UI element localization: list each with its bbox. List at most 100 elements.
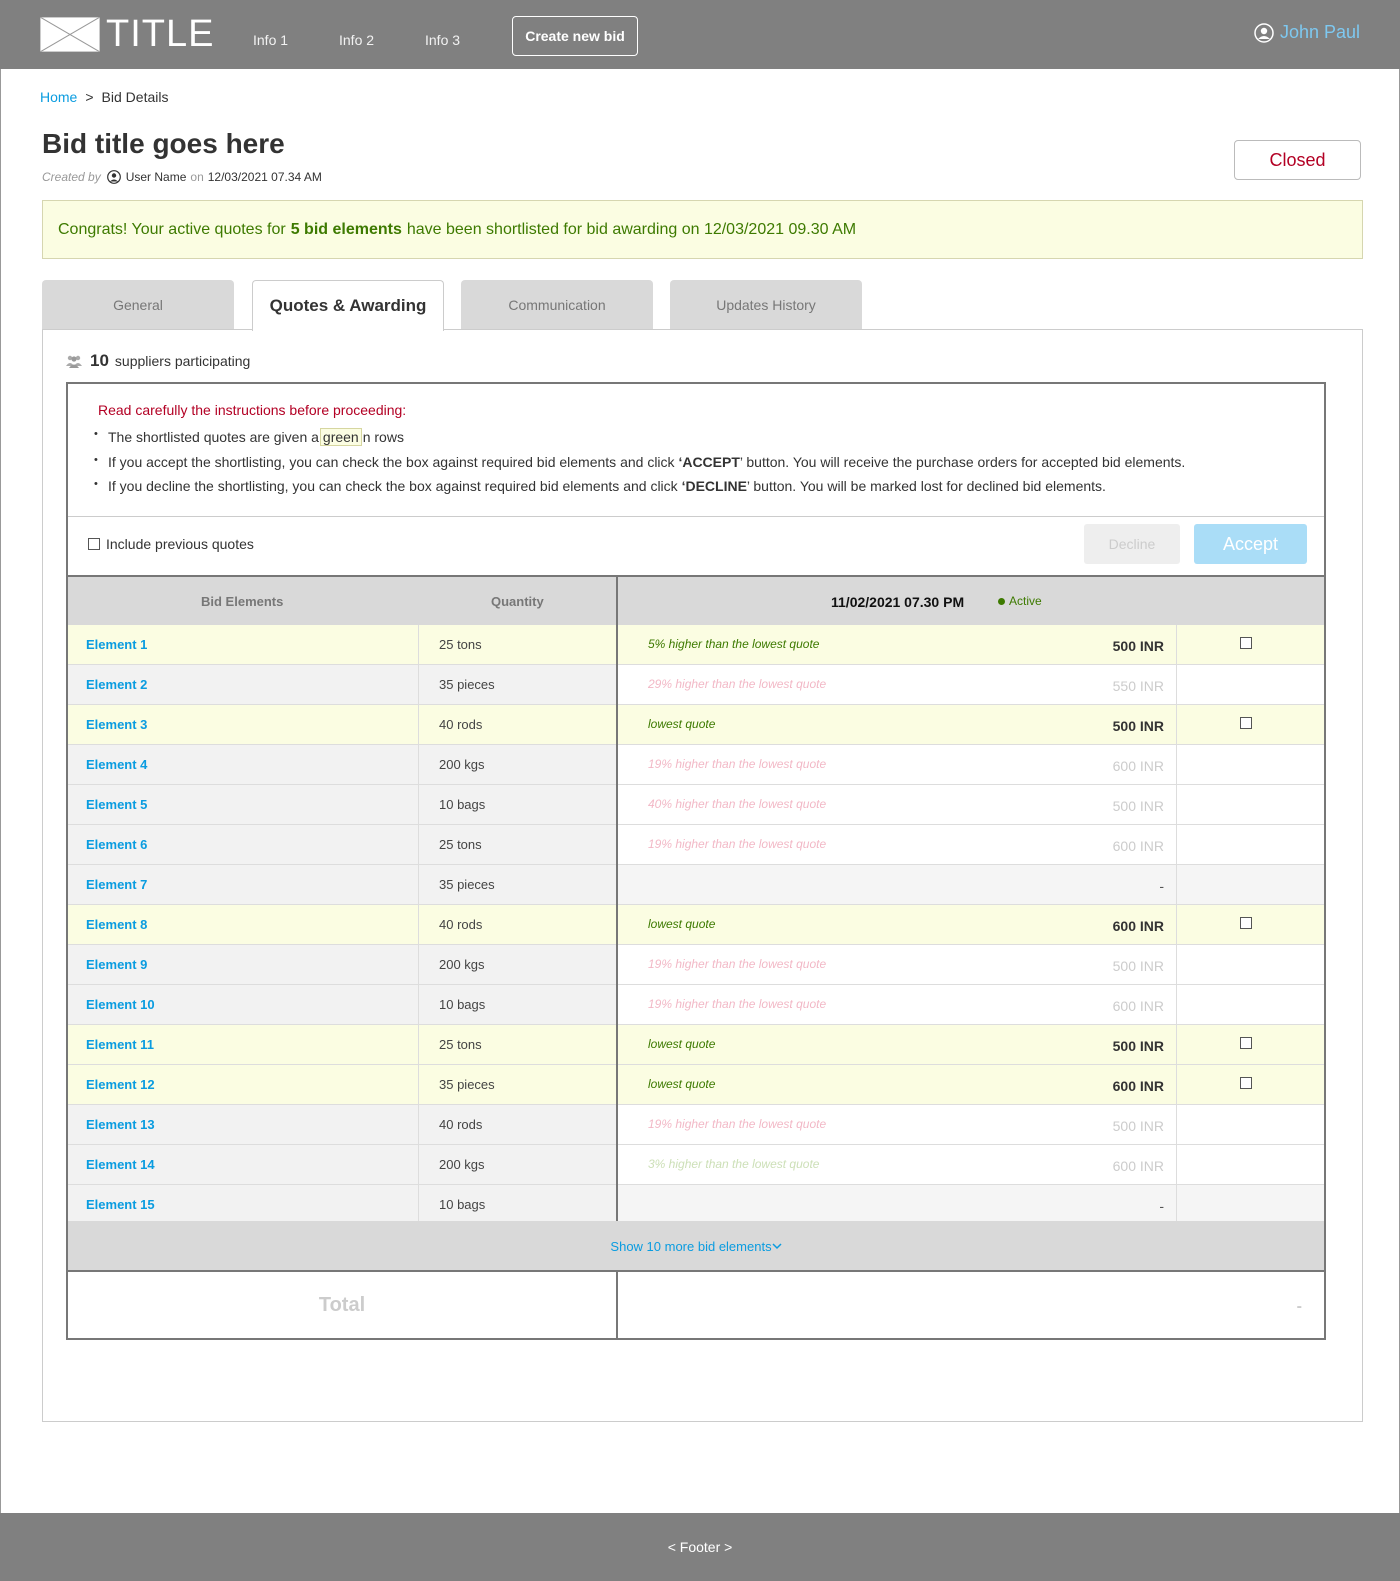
nav-info-1[interactable]: Info 1: [253, 32, 288, 48]
table-header: Bid Elements Quantity 11/02/2021 07.30 P…: [68, 575, 1324, 625]
select-cell: [1176, 665, 1326, 704]
bid-element-link[interactable]: Element 6: [68, 825, 418, 864]
show-more-link[interactable]: Show 10 more bid elements: [68, 1221, 1324, 1271]
breadcrumb-separator: >: [85, 89, 94, 105]
instruction-3-bold: ‘DECLINE: [681, 478, 747, 494]
quote-note: 5% higher than the lowest quote: [648, 637, 820, 651]
table-row: Element 8 40 rods lowest quote 600 INR: [68, 905, 1324, 945]
bid-element-link[interactable]: Element 9: [68, 945, 418, 984]
table-row: Element 10 10 bags 19% higher than the low…: [68, 985, 1324, 1025]
tab-quotes-awarding[interactable]: Quotes & Awarding: [252, 280, 444, 331]
active-dot-icon: [998, 597, 1005, 605]
footer: < Footer >: [0, 1513, 1400, 1581]
nav-info-2[interactable]: Info 2: [339, 32, 374, 48]
tab-updates-history[interactable]: Updates History: [670, 280, 862, 330]
bid-element-link[interactable]: Element 5: [68, 785, 418, 824]
quantity-cell: 35 pieces: [418, 865, 616, 904]
bid-element-link[interactable]: Element 13: [68, 1105, 418, 1144]
user-menu[interactable]: John Paul: [1254, 22, 1360, 43]
column-divider: [616, 575, 618, 1222]
bid-element-link[interactable]: Element 3: [68, 705, 418, 744]
nav-info-3[interactable]: Info 3: [425, 32, 460, 48]
select-cell: [1176, 785, 1326, 824]
quantity-cell: 25 tons: [418, 825, 616, 864]
row-select-checkbox[interactable]: [1240, 1077, 1252, 1089]
logo[interactable]: TITLE: [40, 15, 214, 53]
decline-button[interactable]: Decline: [1084, 524, 1180, 564]
quantity-cell: 40 rods: [418, 705, 616, 744]
suppliers-label: suppliers participating: [114, 353, 251, 369]
quantity-cell: 40 rods: [418, 1105, 616, 1144]
quantity-cell: 200 kgs: [418, 1145, 616, 1184]
quote-price: 550 INR: [1112, 678, 1164, 694]
banner-suffix: have been shortlisted for bid awarding o…: [406, 220, 857, 238]
tab-communication[interactable]: Communication: [461, 280, 653, 330]
table-row: Element 6 25 tons 19% higher than the lowe…: [68, 825, 1324, 865]
row-select-checkbox[interactable]: [1240, 717, 1252, 729]
select-cell: [1176, 825, 1326, 864]
quantity-cell: 200 kgs: [418, 945, 616, 984]
quantity-cell: 35 pieces: [418, 1065, 616, 1104]
show-more-label: Show 10 more bid elements: [610, 1238, 772, 1254]
row-select-checkbox[interactable]: [1240, 637, 1252, 649]
bid-element-link[interactable]: Element 8: [68, 905, 418, 944]
breadcrumb-home-link[interactable]: Home: [40, 89, 77, 105]
quote-price: 500 INR: [1112, 958, 1164, 974]
bid-element-link[interactable]: Element 10: [68, 985, 418, 1024]
select-cell: [1176, 705, 1326, 744]
quote-status-label: Active: [1009, 594, 1042, 608]
table-row: Element 14 200 kgs 3% higher than the lowe…: [68, 1145, 1324, 1185]
page-title: Bid title goes here: [42, 128, 285, 159]
quantity-cell: 10 bags: [418, 985, 616, 1024]
col-bid-elements: Bid Elements: [201, 594, 284, 609]
quote-price: 600 INR: [1112, 838, 1164, 854]
select-cell: [1176, 945, 1326, 984]
banner-prefix: Congrats! Your active quotes for: [58, 220, 286, 238]
quote-note: 19% higher than the lowest quote: [648, 957, 827, 971]
bid-element-link[interactable]: Element 1: [68, 625, 418, 664]
quantity-cell: 10 bags: [418, 1185, 616, 1224]
include-previous-checkbox[interactable]: [88, 538, 100, 550]
table-row: Element 3 40 rods lowest quote 500 INR: [68, 705, 1324, 745]
create-new-bid-button[interactable]: Create new bid: [512, 16, 638, 56]
bid-element-link[interactable]: Element 11: [68, 1025, 418, 1064]
quotes-box: Read carefully the instructions before p…: [66, 382, 1326, 1340]
instruction-1-suffix: n rows: [362, 429, 404, 445]
bid-element-link[interactable]: Element 15: [68, 1185, 418, 1224]
quote-price: 600 INR: [1112, 1158, 1164, 1174]
instruction-3-prefix: If you decline the shortlisting, you can…: [108, 478, 678, 494]
bid-element-link[interactable]: Element 4: [68, 745, 418, 784]
bid-element-link[interactable]: Element 2: [68, 665, 418, 704]
table-row: Element 12 35 pieces lowest quote 600 INR: [68, 1065, 1324, 1105]
tab-general[interactable]: General: [42, 280, 234, 330]
select-cell: [1176, 1145, 1326, 1184]
instruction-item: If you decline the shortlisting, you can…: [94, 478, 1185, 494]
bid-element-link[interactable]: Element 14: [68, 1145, 418, 1184]
users-group-icon: [66, 355, 82, 368]
bid-element-link[interactable]: Element 12: [68, 1065, 418, 1104]
creator-name: User Name: [125, 170, 187, 184]
instruction-2-prefix: If you accept the shortlisting, you can …: [108, 454, 675, 470]
instruction-1-prefix: The shortlisted quotes are given a: [108, 429, 319, 445]
quote-note: 19% higher than the lowest quote: [648, 837, 827, 851]
include-previous-quotes[interactable]: Include previous quotes: [88, 536, 254, 552]
bid-element-link[interactable]: Element 7: [68, 865, 418, 904]
chevron-down-icon: [772, 1243, 782, 1250]
table-row: Element 11 25 tons lowest quote 500 INR: [68, 1025, 1324, 1065]
select-cell: [1176, 1065, 1326, 1104]
logo-image-icon: [40, 16, 100, 52]
user-name: John Paul: [1279, 22, 1360, 42]
accept-button[interactable]: Accept: [1194, 524, 1307, 564]
instructions-title: Read carefully the instructions before p…: [98, 402, 407, 418]
divider: [68, 516, 1324, 517]
shortlist-banner: Congrats! Your active quotes for 5 bid e…: [42, 200, 1363, 259]
quote-price: 500 INR: [1112, 638, 1164, 654]
quantity-cell: 200 kgs: [418, 745, 616, 784]
row-select-checkbox[interactable]: [1240, 1037, 1252, 1049]
column-divider: [616, 1272, 618, 1338]
table-row: Element 9 200 kgs 19% higher than the lowe…: [68, 945, 1324, 985]
row-select-checkbox[interactable]: [1240, 917, 1252, 929]
instruction-2-suffix: ’ button. You will receive the purchase …: [739, 454, 1186, 470]
top-navbar: TITLE Info 1 Info 2 Info 3 Create new bi…: [0, 0, 1400, 69]
quote-note: lowest quote: [648, 1077, 716, 1091]
